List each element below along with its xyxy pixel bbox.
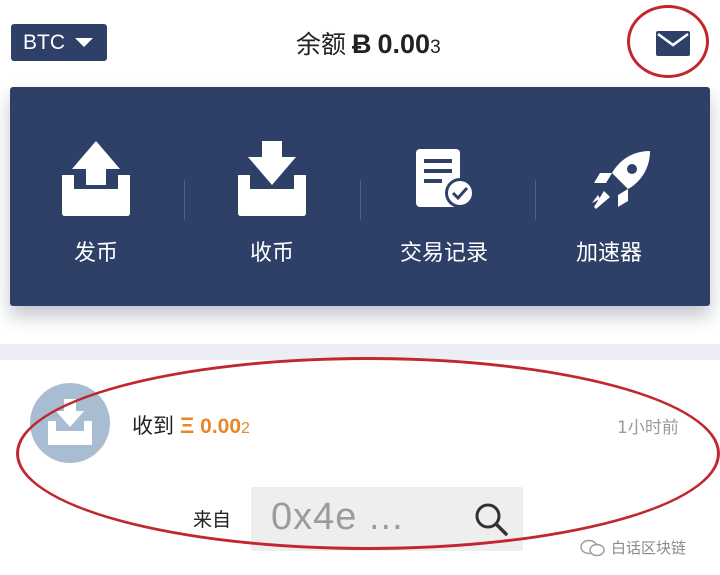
divider bbox=[184, 180, 185, 220]
divider bbox=[535, 180, 536, 220]
coin-selector-label: BTC bbox=[23, 30, 65, 54]
header-bar: BTC 余额 Ƀ 0.003 bbox=[0, 0, 720, 86]
transaction-record-label: 交易记录 bbox=[400, 241, 489, 266]
receive-coin-button[interactable]: 收币 bbox=[236, 87, 308, 306]
balance-display: 余额 Ƀ 0.003 bbox=[296, 25, 441, 65]
wechat-icon bbox=[580, 539, 605, 556]
send-tray-icon bbox=[62, 141, 130, 216]
balance-amount: 0.00 bbox=[377, 29, 431, 59]
transaction-record-icon bbox=[416, 149, 475, 208]
action-panel: 发币 收币 交易记录 加速器 bbox=[10, 87, 710, 306]
accelerator-label: 加速器 bbox=[576, 241, 643, 266]
balance-label: 余额 bbox=[296, 30, 347, 59]
receive-tray-icon bbox=[238, 141, 306, 216]
annotation-circle-transaction bbox=[16, 357, 720, 550]
watermark-text: 白话区块链 bbox=[611, 539, 687, 557]
caret-down-icon bbox=[75, 38, 93, 47]
accelerator-button[interactable]: 加速器 bbox=[576, 87, 656, 306]
watermark: 白话区块链 bbox=[580, 537, 686, 558]
divider bbox=[360, 180, 361, 220]
balance-amount-tail: 3 bbox=[430, 37, 441, 58]
rocket-icon bbox=[592, 151, 650, 209]
receive-coin-label: 收币 bbox=[249, 241, 294, 266]
send-coin-button[interactable]: 发币 bbox=[60, 87, 132, 306]
transaction-record-button[interactable]: 交易记录 bbox=[400, 87, 488, 306]
annotation-circle-mail bbox=[627, 5, 709, 78]
coin-selector-dropdown[interactable]: BTC bbox=[11, 24, 107, 61]
send-coin-label: 发币 bbox=[73, 241, 118, 266]
bitcoin-symbol: Ƀ bbox=[352, 29, 372, 59]
